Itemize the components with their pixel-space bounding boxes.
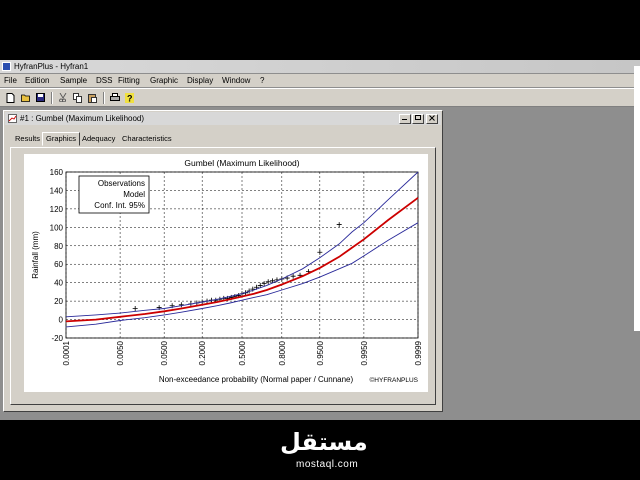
restore-button[interactable] <box>412 114 424 124</box>
svg-text:?: ? <box>127 93 133 103</box>
x-tick-label: 0.0001 <box>62 340 71 365</box>
save-icon[interactable] <box>34 91 47 104</box>
x-tick-label: 0.5000 <box>238 340 247 365</box>
open-folder-icon[interactable] <box>19 91 32 104</box>
legend-entry: Conf. Int. 95% <box>94 201 145 210</box>
x-tick-label: 0.0500 <box>160 340 169 365</box>
graphics-panel: Gumbel (Maximum Likelihood) -20 0 20 40 60 80 1… <box>10 147 436 405</box>
tab-adequacy[interactable]: Adequacy <box>79 133 118 145</box>
tab-results[interactable]: Results <box>12 133 43 145</box>
menu-window[interactable]: Window <box>222 76 250 85</box>
menu-edition[interactable]: Edition <box>25 76 49 85</box>
y-tick-label: 40 <box>54 279 63 288</box>
close-button[interactable] <box>426 114 438 124</box>
vertical-scrollbar-fragment <box>634 101 640 331</box>
mostaql-logo-latin: mostaql.com <box>296 459 359 470</box>
toolbar: ? <box>0 88 640 107</box>
observation-point <box>336 222 342 228</box>
menu-dss[interactable]: DSS <box>96 76 112 85</box>
mostaql-logo-arabic: مستقل <box>280 428 368 456</box>
menu-bar: File Edition Sample DSS Fitting Graphic … <box>0 74 640 87</box>
x-tick-label: 0.9999 <box>414 340 423 365</box>
y-tick-label: 60 <box>54 260 63 269</box>
desktop-screen: HyfranPlus - Hyfran1 File Edition Sample… <box>0 60 640 420</box>
legend-entry: Model <box>123 190 145 199</box>
x-tick-label: 0.2000 <box>198 340 207 365</box>
help-question-icon[interactable]: ? <box>123 91 136 104</box>
y-axis-label: Rainfall (mm) <box>31 231 40 279</box>
toolbar-separator <box>103 92 105 104</box>
x-axis-label: Non-exceedance probability (Normal paper… <box>159 375 354 384</box>
document-title-bar: #1 : Gumbel (Maximum Likelihood) <box>5 112 441 125</box>
paste-icon[interactable] <box>86 91 99 104</box>
y-tick-label: 160 <box>50 168 64 177</box>
cut-icon[interactable] <box>56 91 69 104</box>
x-tick-label: 0.0050 <box>116 340 125 365</box>
y-tick-label: 0 <box>59 316 64 325</box>
y-tick-label: 120 <box>50 205 64 214</box>
y-tick-label: 20 <box>54 297 63 306</box>
copy-icon[interactable] <box>71 91 84 104</box>
menu-graphic[interactable]: Graphic <box>150 76 178 85</box>
menu-sample[interactable]: Sample <box>60 76 87 85</box>
tab-graphics[interactable]: Graphics <box>42 132 81 146</box>
chart-title: Gumbel (Maximum Likelihood) <box>184 158 299 168</box>
hyfranplus-watermark: ©HYFRANPLUS <box>370 376 419 384</box>
toolbar-separator <box>51 92 53 104</box>
x-tick-label: 0.8000 <box>278 340 287 365</box>
menu-file[interactable]: File <box>4 76 17 85</box>
new-file-icon[interactable] <box>4 91 17 104</box>
plot-area: Gumbel (Maximum Likelihood) -20 0 20 40 60 80 1… <box>24 154 428 392</box>
menu-fitting[interactable]: Fitting <box>118 76 140 85</box>
app-logo-icon <box>2 62 11 71</box>
menu-help[interactable]: ? <box>260 76 264 85</box>
chart-window-icon <box>8 114 17 123</box>
y-tick-label: 80 <box>54 242 63 251</box>
y-tick-label: 100 <box>50 223 64 232</box>
observation-point <box>132 305 138 311</box>
document-window: #1 : Gumbel (Maximum Likelihood) Results… <box>3 110 443 412</box>
observation-point <box>317 249 323 255</box>
x-tick-label: 0.9950 <box>360 340 369 365</box>
x-tick-label: 0.9500 <box>316 340 325 365</box>
app-title-bar: HyfranPlus - Hyfran1 <box>0 60 640 73</box>
y-tick-label: 140 <box>50 186 64 195</box>
app-title: HyfranPlus - Hyfran1 <box>14 62 89 71</box>
menu-display[interactable]: Display <box>187 76 213 85</box>
minimize-button[interactable] <box>399 114 411 124</box>
print-icon[interactable] <box>108 91 121 104</box>
legend-entry: Observations <box>98 179 145 188</box>
document-title: #1 : Gumbel (Maximum Likelihood) <box>20 114 145 123</box>
tab-characteristics[interactable]: Characteristics <box>119 133 175 145</box>
letterbox-top <box>0 0 640 60</box>
gumbel-chart: Gumbel (Maximum Likelihood)-200204060801… <box>31 158 423 384</box>
observation-point <box>178 302 184 308</box>
